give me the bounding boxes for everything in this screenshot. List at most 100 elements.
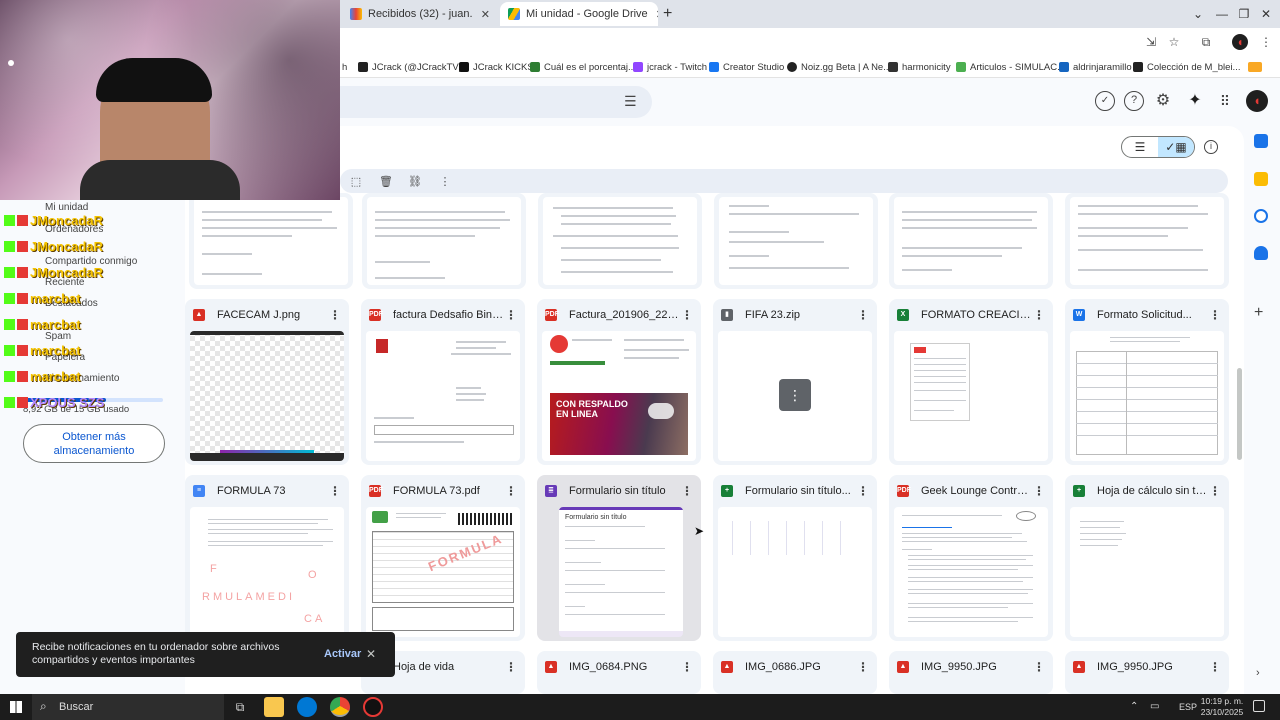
tab-gmail[interactable]: Recibidos (32) - juan.londono1 ✕ <box>342 2 498 26</box>
file-card-img-9950[interactable]: ▲ IMG_9950.JPG ⋮ <box>889 651 1053 694</box>
more-options-icon[interactable]: ⋮ <box>1209 308 1221 322</box>
close-tab-icon[interactable]: ✕ <box>648 8 658 21</box>
more-options-icon[interactable]: ⋮ <box>329 308 341 322</box>
close-tab-icon[interactable]: ✕ <box>473 8 490 21</box>
file-card-formato-creacion[interactable]: X FORMATO CREACION... ⋮ <box>889 299 1053 465</box>
more-options-icon[interactable]: ⋮ <box>1209 660 1221 674</box>
file-explorer-icon[interactable] <box>264 697 284 717</box>
file-card-img-9950-2[interactable]: ▲ IMG_9950.JPG ⋮ <box>1065 651 1229 694</box>
task-view-icon[interactable]: ⧉ <box>230 697 250 717</box>
bookmark-item[interactable]: JCrack (@JCrackTV)... <box>358 59 470 75</box>
bookmark-item[interactable]: Articulos - SIMULAC... <box>956 59 1065 75</box>
tray-chevron-icon[interactable]: ⌃ <box>1130 701 1138 712</box>
file-card-factura-2019[interactable]: PDF Factura_201906_22898...⋮ CON RESPALDO… <box>537 299 701 465</box>
add-addon-icon[interactable]: + <box>1254 304 1263 322</box>
bookmark-item[interactable]: jcrack - Twitch <box>633 59 707 75</box>
file-card-formula-73-pdf[interactable]: PDF FORMULA 73.pdf ⋮ FORMULA <box>361 475 525 641</box>
help-icon[interactable]: ? <box>1124 91 1144 111</box>
bookmark-item[interactable]: Creator Studio <box>709 59 784 75</box>
more-options-icon[interactable]: ⋮ <box>1033 484 1045 498</box>
account-avatar[interactable]: ◖ <box>1246 90 1268 112</box>
more-options-icon[interactable]: ⋮ <box>1209 484 1221 498</box>
more-options-icon[interactable]: ⋮ <box>505 484 517 498</box>
close-window-icon[interactable]: ✕ <box>1256 4 1276 24</box>
more-options-icon[interactable]: ⋮ <box>857 484 869 498</box>
bookmark-item[interactable]: Noiz.gg Beta | A Ne... <box>787 59 891 75</box>
file-card-formato-solicitud[interactable]: W Formato Solicitud... ⋮ <box>1065 299 1229 465</box>
calendar-icon[interactable] <box>1254 134 1268 148</box>
obs-taskbar-icon[interactable] <box>363 697 383 717</box>
bookmark-item[interactable]: Colección de M_blei... <box>1133 59 1240 75</box>
chrome-taskbar-icon[interactable] <box>330 697 350 717</box>
language-indicator[interactable]: ESP <box>1179 702 1197 712</box>
file-card-img-0684[interactable]: ▲ IMG_0684.PNG ⋮ <box>537 651 701 694</box>
bookmark-star-icon[interactable]: ☆ <box>1166 34 1182 50</box>
chrome-menu-icon[interactable]: ⋮ <box>1258 34 1274 50</box>
more-options-icon[interactable]: ⋮ <box>1033 660 1045 674</box>
keep-icon[interactable] <box>1254 172 1268 186</box>
file-card[interactable] <box>362 193 526 289</box>
file-card[interactable] <box>538 193 702 289</box>
bookmark-item[interactable]: harmonicity <box>888 59 951 75</box>
search-options-icon[interactable]: ☰ <box>624 93 637 110</box>
file-card-fifa-zip[interactable]: ▮ FIFA 23.zip ⋮ ⋮ <box>713 299 877 465</box>
more-options-icon[interactable]: ⋮ <box>857 308 869 322</box>
tasks-icon[interactable] <box>1254 209 1268 223</box>
more-options-icon[interactable]: ⋮ <box>505 660 517 674</box>
file-card[interactable] <box>189 193 353 289</box>
taskbar-clock[interactable]: 10:19 p. m. 23/10/2025 <box>1200 696 1244 718</box>
gemini-sparkle-icon[interactable]: ✦ <box>1185 91 1205 111</box>
restore-icon[interactable]: ❐ <box>1234 4 1254 24</box>
hide-panel-chevron-icon[interactable]: › <box>1256 667 1260 679</box>
extensions-icon[interactable]: ⧉ <box>1198 34 1214 50</box>
file-card-formulario-respuestas[interactable]: + Formulario sin título... ⋮ <box>713 475 877 641</box>
file-card[interactable] <box>889 193 1053 289</box>
notification-center-icon[interactable] <box>1253 700 1265 712</box>
more-options-icon[interactable]: ⋮ <box>681 484 693 498</box>
file-card-hoja-calculo[interactable]: + Hoja de cálculo sin título ⋮ <box>1065 475 1229 641</box>
profile-avatar[interactable]: ◖ <box>1232 34 1248 50</box>
bookmark-item[interactable]: h <box>342 59 347 75</box>
details-info-icon[interactable]: i <box>1204 140 1218 154</box>
file-card-geek-lounge[interactable]: PDF Geek Lounge Contract... ⋮ <box>889 475 1053 641</box>
search-input[interactable] <box>300 86 652 118</box>
more-options-icon[interactable]: ⋮ <box>857 660 869 674</box>
link-icon[interactable]: ⛓ <box>408 175 422 189</box>
install-app-icon[interactable]: ⇲ <box>1143 34 1159 50</box>
minimize-icon[interactable]: — <box>1212 4 1232 24</box>
more-options-icon[interactable]: ⋮ <box>1033 308 1045 322</box>
windows-start-icon[interactable] <box>10 701 22 713</box>
contacts-icon[interactable] <box>1254 246 1268 260</box>
file-card-formulario-sin-titulo[interactable]: ≣ Formulario sin título ⋮ Formulario sin t… <box>537 475 701 641</box>
outlook-icon[interactable] <box>297 697 317 717</box>
tab-drive[interactable]: Mi unidad - Google Drive ✕ <box>500 2 658 26</box>
new-tab-button[interactable]: + <box>663 5 672 23</box>
network-icon[interactable]: ▭ <box>1150 701 1159 712</box>
grid-view-icon[interactable]: ✓▦ <box>1158 137 1194 157</box>
more-options-icon[interactable]: ⋮ <box>505 308 517 322</box>
list-view-icon[interactable]: ☰ <box>1122 137 1158 157</box>
more-options-icon[interactable]: ⋮ <box>681 308 693 322</box>
file-card-factura-dedsafio[interactable]: PDF factura Dedsafio Bingo... ⋮ <box>361 299 525 465</box>
close-notification-icon[interactable]: ✕ <box>366 647 376 661</box>
move-folder-icon[interactable]: ⬚ <box>349 175 363 189</box>
file-card-img-0686[interactable]: ▲ IMG_0686.JPG ⋮ <box>713 651 877 694</box>
file-card-facecam[interactable]: ▲ FACECAM J.png ⋮ <box>185 299 349 465</box>
bookmark-item[interactable]: aldrinjaramillo <box>1059 59 1132 75</box>
bookmark-item[interactable]: Cuál es el porcentaj... <box>530 59 636 75</box>
main-scrollbar[interactable] <box>1237 368 1242 460</box>
get-more-storage-button[interactable]: Obtener más almacenamiento <box>23 424 165 463</box>
more-actions-icon[interactable]: ⋮ <box>438 175 452 189</box>
file-card[interactable] <box>714 193 878 289</box>
file-card[interactable] <box>1065 193 1229 289</box>
bookmark-item[interactable]: JCrack KICKS <box>459 59 534 75</box>
file-card-formula-73[interactable]: ≡ FORMULA 73 ⋮ F O RMULAMEDI CA <box>185 475 349 641</box>
all-bookmarks-folder-icon[interactable] <box>1248 59 1266 75</box>
offline-status-icon[interactable]: ✓ <box>1095 91 1115 111</box>
more-options-icon[interactable]: ⋮ <box>681 660 693 674</box>
more-options-icon[interactable]: ⋮ <box>329 484 341 498</box>
apps-grid-icon[interactable]: ⠿ <box>1215 91 1235 111</box>
tab-search-icon[interactable]: ⌄ <box>1188 4 1208 24</box>
trash-icon[interactable]: 🗑 <box>379 175 393 189</box>
settings-gear-icon[interactable]: ⚙ <box>1153 91 1173 111</box>
